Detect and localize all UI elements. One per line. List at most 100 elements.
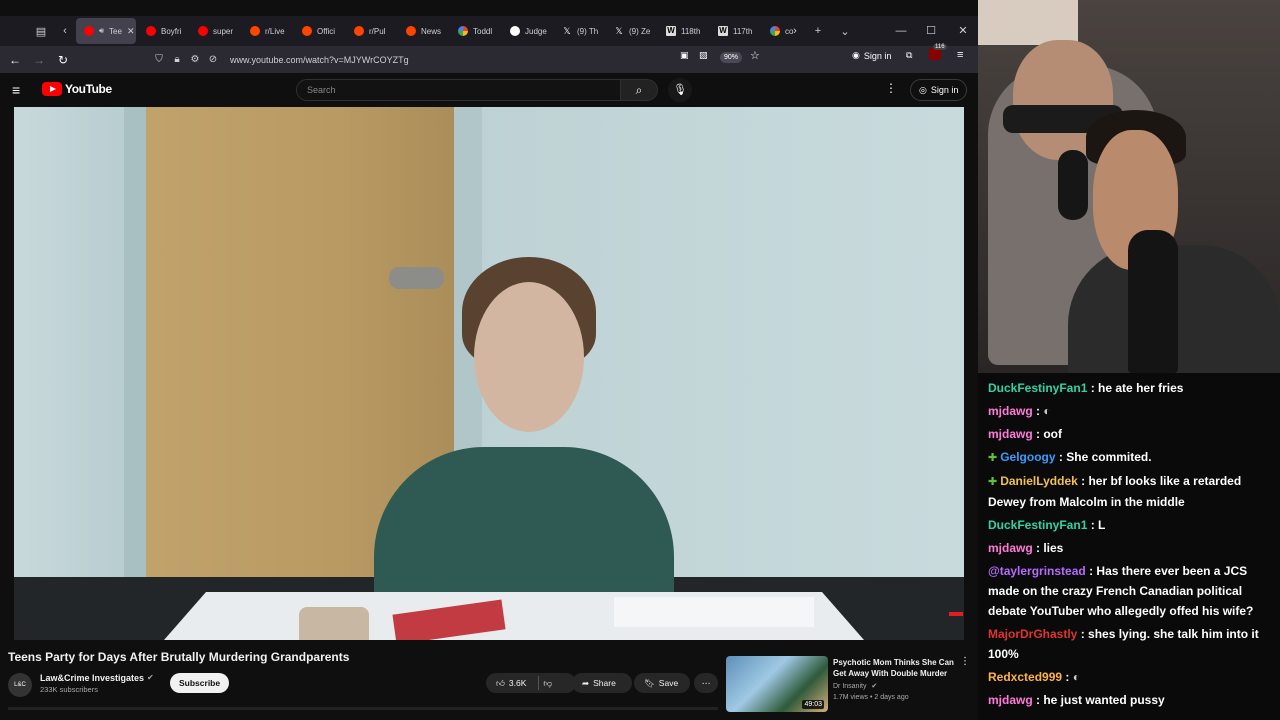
back-icon[interactable]: ←	[3, 48, 27, 72]
chat-username[interactable]: mjdawg	[988, 404, 1033, 418]
video-title: Teens Party for Days After Brutally Murd…	[8, 650, 350, 664]
youtube-signin-label: Sign in	[930, 85, 959, 95]
chat-message: MajorDrGhastly : shes lying. she talk hi…	[988, 624, 1270, 664]
chat-text: lies	[1043, 541, 1064, 555]
search-input[interactable]: Search	[296, 79, 621, 101]
google-favicon-icon	[458, 26, 468, 36]
ublock-icon[interactable]: 116	[929, 44, 947, 62]
share-icon: ➦	[582, 677, 590, 688]
bookmark-star-icon[interactable]: ☆	[750, 49, 760, 62]
browser-tab[interactable]: r/Pul	[346, 18, 396, 44]
browser-tab[interactable]: 🔊︎ Tee ✕	[76, 18, 136, 44]
video-frame	[299, 607, 369, 640]
verified-icon: ✔	[147, 673, 154, 682]
reload-icon[interactable]: ↻	[51, 48, 75, 72]
browser-tab[interactable]: super	[190, 18, 240, 44]
chat-username[interactable]: mjdawg	[988, 427, 1033, 441]
chat-username[interactable]: MajorDrGhastly	[988, 627, 1077, 641]
picture-icon[interactable]: ▧	[699, 50, 708, 61]
extensions-icon[interactable]: ⧉	[906, 50, 912, 61]
page-scrollbar[interactable]	[8, 707, 718, 710]
thumbs-up-icon: 👍︎	[496, 677, 505, 688]
recommended-more-icon[interactable]: ⋮	[960, 656, 970, 667]
chat-text: She commited.	[1066, 450, 1152, 464]
channel-avatar[interactable]: L&C	[8, 673, 32, 697]
browser-tab[interactable]: 𝕏 (9) Ze	[606, 18, 656, 44]
chat-username[interactable]: @taylergrinstead	[988, 564, 1086, 578]
chat-username[interactable]: mjdawg	[988, 541, 1033, 555]
microphone-icon: 🎙︎	[673, 84, 687, 96]
browser-tab[interactable]: W 117th	[710, 18, 760, 44]
minimize-icon[interactable]: —	[886, 16, 916, 46]
recommended-meta: 1.7M views • 2 days ago	[833, 694, 909, 701]
hamburger-menu-icon[interactable]: ≡	[12, 82, 20, 98]
chat-message: mjdawg : lies	[988, 538, 1270, 558]
tab-label: 118th	[681, 26, 701, 36]
url-bar[interactable]: ⛉ 🔒︎ ⚙ ⊘ www.youtube.com/watch?v=MJYWrCO…	[150, 49, 770, 70]
more-actions-button[interactable]: ⋯	[694, 673, 718, 693]
subscribe-button[interactable]: Subscribe	[170, 673, 230, 693]
tab-label: 117th	[733, 26, 753, 36]
new-tab-icon[interactable]: +	[805, 25, 831, 37]
youtube-favicon-icon	[198, 26, 208, 36]
chat-text: oof	[1043, 427, 1062, 441]
close-tab-icon[interactable]: ✕	[127, 26, 135, 37]
chat-message: ✚ Gelgoogy : She commited.	[988, 447, 1270, 468]
lock-icon[interactable]: 🔒︎	[168, 54, 186, 65]
bookmark-icon: 🔖︎	[644, 677, 655, 688]
chat-separator: :	[1032, 427, 1044, 441]
like-button[interactable]: 👍︎ 3.6K	[496, 678, 526, 689]
browser-tab[interactable]: Judge	[502, 18, 552, 44]
account-signin[interactable]: ◉ Sign in	[852, 50, 891, 61]
voice-search-button[interactable]: 🎙︎	[668, 78, 692, 102]
url-text[interactable]: www.youtube.com/watch?v=MJYWrCOYZTg	[230, 55, 409, 65]
chat-username[interactable]: mjdawg	[988, 693, 1033, 707]
forward-icon[interactable]: →	[27, 48, 51, 72]
browser-tab[interactable]: Boyfri	[138, 18, 188, 44]
chat-message: DuckFestinyFan1 : L	[988, 515, 1270, 535]
channel-subscribers: 233K subscribers	[40, 685, 98, 694]
speaker-icon[interactable]: 🔊︎	[99, 26, 104, 36]
browser-tab[interactable]: Toddl	[450, 18, 500, 44]
youtube-logo[interactable]: YouTube	[42, 82, 112, 96]
google-favicon-icon	[770, 26, 780, 36]
browser-tab[interactable]: News	[398, 18, 448, 44]
chat-text: he ate her fries	[1098, 381, 1184, 395]
reader-mode-icon[interactable]: ▣	[680, 50, 689, 61]
share-button[interactable]: ➦ Share	[572, 673, 632, 693]
chat-username[interactable]: DuckFestinyFan1	[988, 518, 1087, 532]
browser-tab[interactable]: 𝕏 (9) Th	[554, 18, 604, 44]
permissions-icon[interactable]: ⚙	[186, 54, 204, 65]
recommended-title[interactable]: Psychotic Mom Thinks She Can Get Away Wi…	[833, 657, 958, 679]
recommended-channel[interactable]: Dr Insanity ✔	[833, 682, 877, 690]
zoom-badge[interactable]: 90%	[720, 52, 743, 63]
settings-more-icon[interactable]: ⋮	[885, 81, 897, 95]
browser-tab[interactable]: Offici	[294, 18, 344, 44]
close-window-icon[interactable]: ✕	[948, 16, 978, 46]
search-button[interactable]: ⌕	[620, 79, 658, 101]
channel-name[interactable]: Law&Crime Investigates	[40, 673, 144, 683]
video-player[interactable]	[14, 107, 964, 640]
chat-separator: :	[1087, 518, 1099, 532]
app-menu-icon[interactable]: ≡	[957, 49, 963, 61]
chat-username[interactable]: DanielLyddek	[1000, 474, 1078, 488]
chat-username[interactable]: Gelgoogy	[1000, 450, 1055, 464]
youtube-signin-button[interactable]: ◎ Sign in	[910, 79, 968, 101]
list-all-tabs-icon[interactable]: ⌄	[832, 25, 858, 38]
maximize-icon[interactable]: ☐	[916, 16, 946, 46]
chat-username[interactable]: Redxcted999	[988, 670, 1062, 684]
recommended-thumbnail[interactable]: 49:03	[726, 656, 828, 712]
account-signin-label: Sign in	[863, 50, 892, 61]
chat-separator: :	[1077, 474, 1089, 488]
tab-list-icon[interactable]: ▤	[28, 25, 54, 38]
wikipedia-favicon-icon: W	[718, 26, 728, 36]
tab-label: Boyfri	[161, 26, 182, 36]
browser-tab[interactable]: r/Live	[242, 18, 292, 44]
shield-icon[interactable]: ⛉	[150, 54, 168, 65]
tracking-icon[interactable]: ⊘	[204, 54, 222, 65]
save-button[interactable]: 🔖︎ Save	[634, 673, 690, 693]
chat-username[interactable]: DuckFestinyFan1	[988, 381, 1087, 395]
browser-tab[interactable]: W 118th	[658, 18, 708, 44]
scroll-tabs-left-icon[interactable]: ‹	[52, 25, 78, 37]
dislike-button[interactable]: 👎︎	[543, 678, 552, 689]
